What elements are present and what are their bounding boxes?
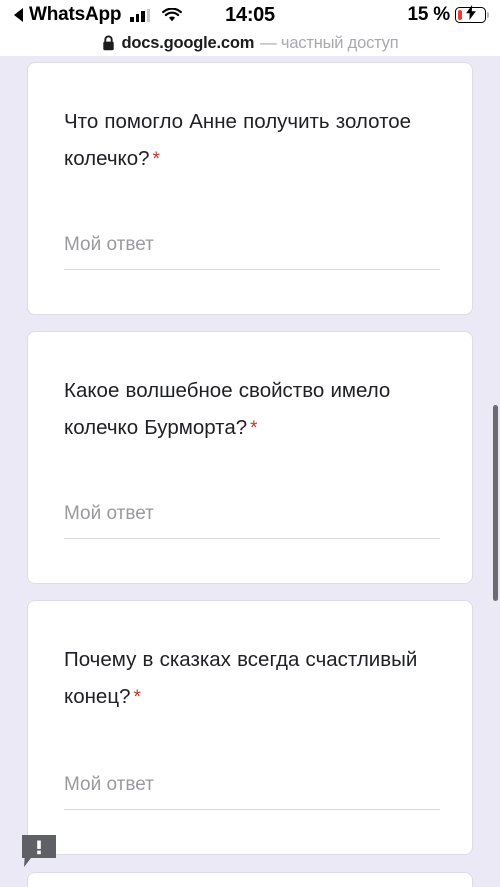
- browser-url-bar[interactable]: docs.google.com — частный доступ: [0, 30, 500, 56]
- required-asterisk: *: [152, 149, 160, 170]
- back-triangle-icon[interactable]: [14, 8, 23, 22]
- ios-status-bar: WhatsApp 14:05 15 %: [0, 0, 500, 30]
- cellular-signal-icon: [130, 8, 151, 22]
- wifi-icon: [162, 7, 183, 23]
- question-title: Что помогло Анне получить золотое колечк…: [64, 110, 412, 170]
- google-form-body: Что помогло Анне получить золотое колечк…: [0, 56, 500, 887]
- answer-underline: [64, 538, 440, 539]
- phone-screen: WhatsApp 14:05 15 % docs.google.com — ча…: [0, 0, 500, 887]
- answer-underline: [64, 269, 440, 270]
- lock-icon: [102, 35, 115, 51]
- required-asterisk: *: [133, 687, 141, 708]
- url-host-label: docs.google.com: [121, 33, 255, 52]
- status-bar-clock: 14:05: [225, 3, 275, 26]
- battery-percent-label: 15 %: [407, 4, 450, 25]
- back-app-label[interactable]: WhatsApp: [29, 4, 122, 26]
- question-card[interactable]: [27, 872, 473, 887]
- question-card[interactable]: Что помогло Анне получить золотое колечк…: [27, 62, 473, 315]
- vertical-scrollbar[interactable]: [493, 405, 498, 601]
- question-card[interactable]: Почему в сказках всегда счастливый конец…: [27, 600, 473, 855]
- answer-input[interactable]: Мой ответ: [64, 503, 440, 539]
- answer-placeholder: Мой ответ: [64, 503, 154, 524]
- required-asterisk: *: [250, 418, 258, 439]
- feedback-exclamation-icon[interactable]: [22, 835, 59, 869]
- answer-placeholder: Мой ответ: [64, 774, 154, 795]
- battery-charging-icon: [455, 5, 486, 23]
- answer-underline: [64, 809, 440, 810]
- status-bar-left[interactable]: WhatsApp: [14, 4, 183, 26]
- question-card[interactable]: Какое волшебное свойство имело колечко Б…: [27, 331, 473, 584]
- status-bar-right: 15 %: [407, 4, 486, 26]
- answer-input[interactable]: Мой ответ: [64, 234, 440, 270]
- answer-input[interactable]: Мой ответ: [64, 774, 440, 810]
- question-title: Почему в сказках всегда счастливый конец…: [64, 648, 418, 708]
- url-private-note: — частный доступ: [260, 33, 399, 52]
- question-title: Какое волшебное свойство имело колечко Б…: [64, 379, 391, 439]
- answer-placeholder: Мой ответ: [64, 234, 154, 255]
